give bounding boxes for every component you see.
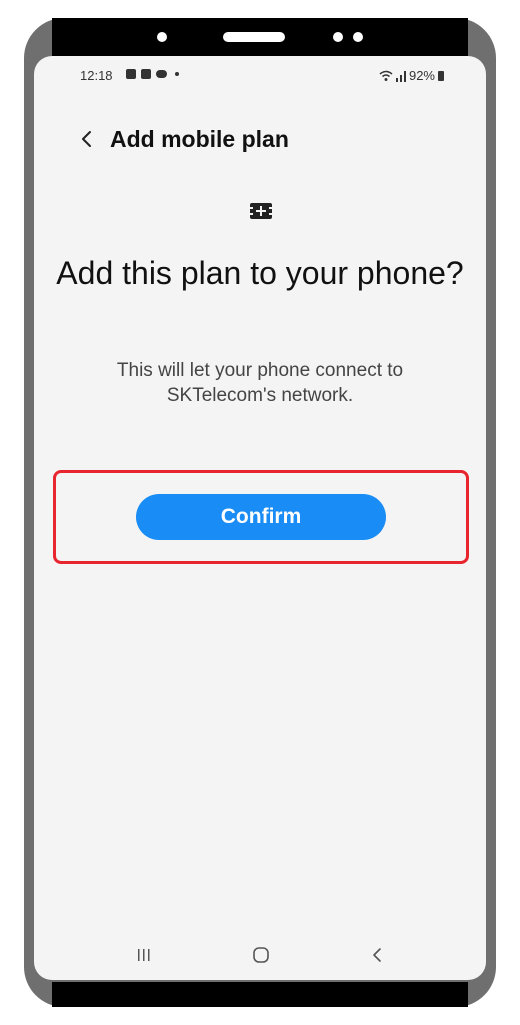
confirm-button[interactable]: Confirm [136,494,386,540]
home-button[interactable] [246,940,276,970]
nav-back-button[interactable] [363,940,393,970]
recent-apps-icon [138,949,150,961]
status-notifications [126,69,179,79]
app-header: Add mobile plan [34,114,486,164]
speaker-grille [223,32,285,42]
battery-icon [438,70,444,81]
wifi-icon [379,70,393,81]
sensor-icon [333,32,343,42]
recent-apps-button[interactable] [129,940,159,970]
gallery-icon [141,69,151,79]
status-bar: 12:18 92% [34,56,486,96]
dialog-heading: Add this plan to your phone? [56,255,464,291]
page-title: Add mobile plan [110,126,289,152]
screen: 12:18 92% Add mobile plan Add this plan … [34,56,486,980]
phone-bottom-bezel [52,982,468,1007]
status-time: 12:18 [80,68,113,83]
dialog-description: This will let your phone connect to SKTe… [116,360,404,406]
status-indicators: 92% [379,68,444,83]
sim-card-add-icon [250,203,272,219]
battery-percent: 92% [408,68,435,83]
chevron-left-icon [82,131,91,147]
signal-icon [395,70,406,82]
sensor-icon [353,32,363,42]
back-button[interactable] [72,124,102,154]
dot-icon [175,72,179,76]
cloud-icon [156,70,167,78]
home-icon [253,947,269,963]
front-camera-icon [157,32,167,42]
back-icon [373,948,381,962]
notification-icon [126,69,136,79]
navigation-bar [34,928,486,978]
